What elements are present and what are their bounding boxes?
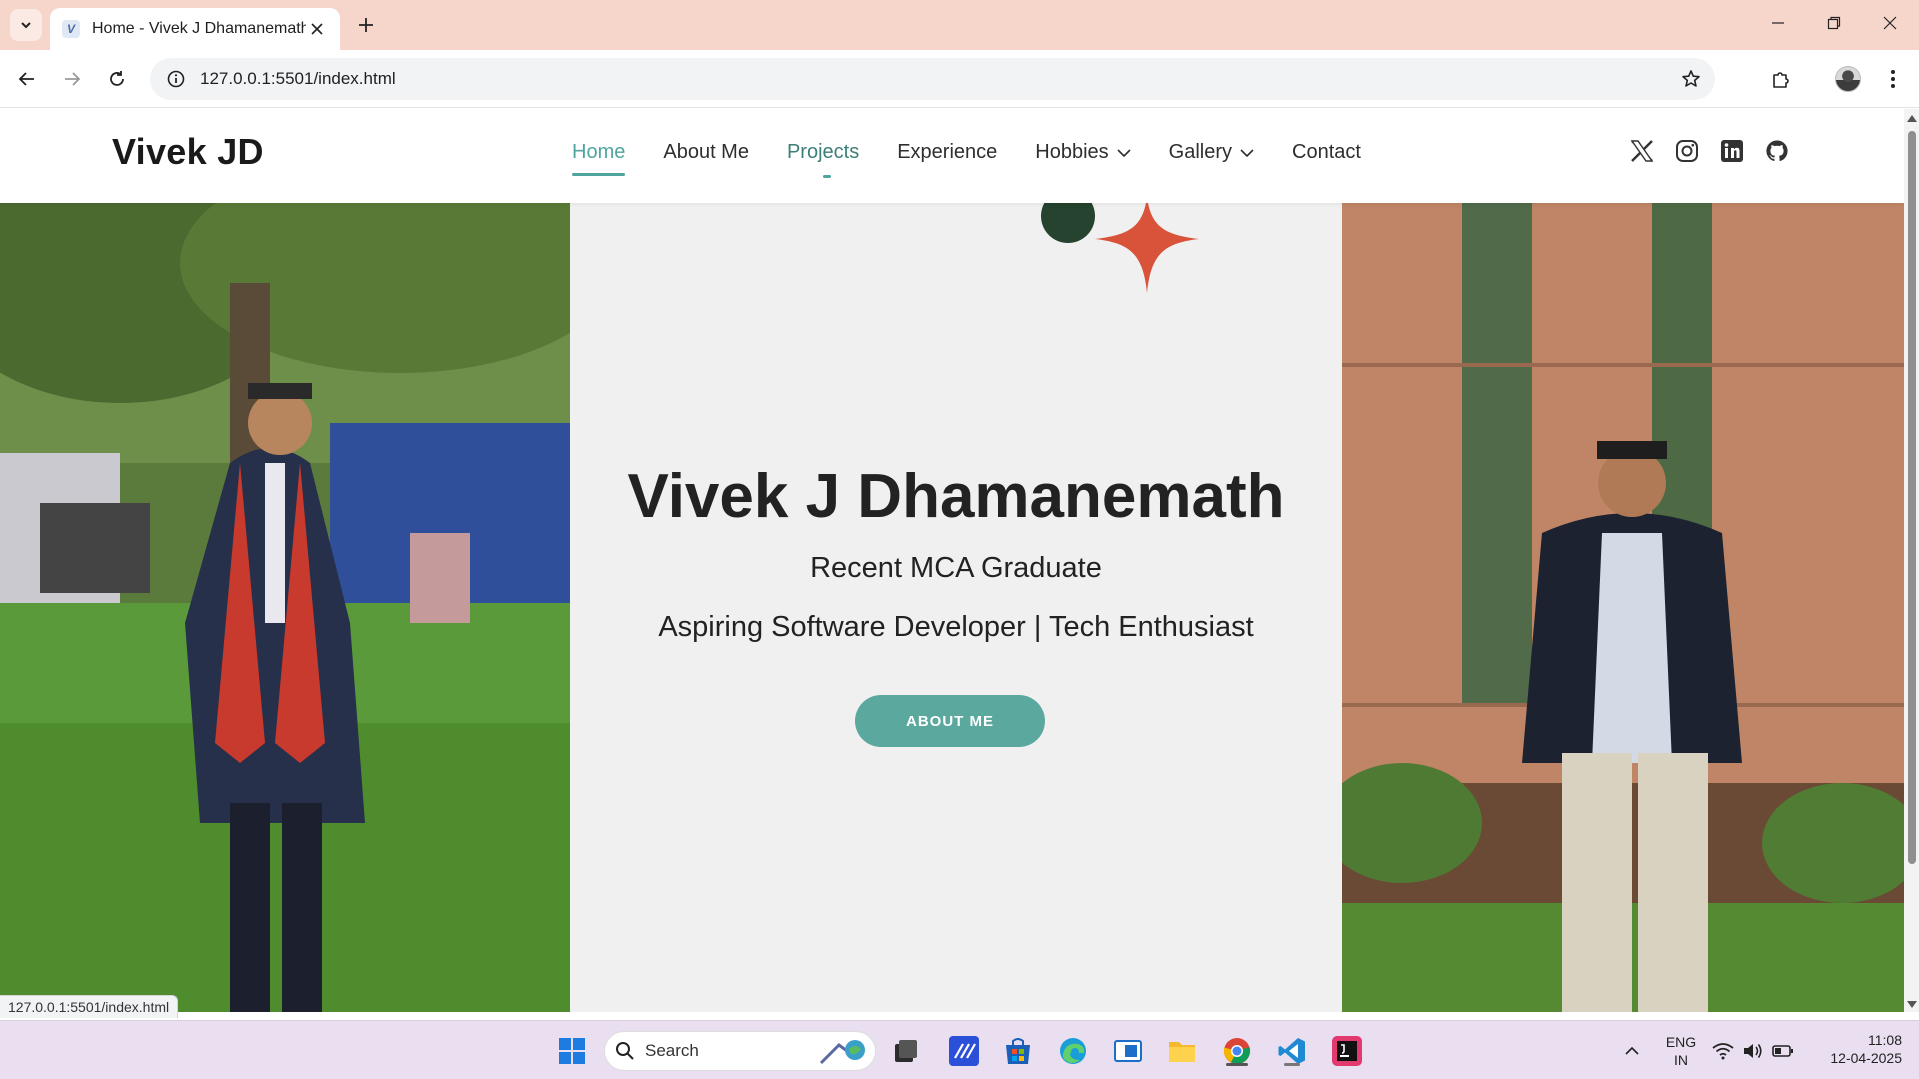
battery-icon xyxy=(1772,1045,1793,1057)
clock[interactable]: 11:08 12-04-2025 xyxy=(1812,1031,1902,1067)
portrait-photo xyxy=(1342,203,1904,1012)
close-icon xyxy=(311,23,323,35)
tray-overflow-chevron-up-icon[interactable] xyxy=(1614,1033,1650,1069)
browser-tab-strip: V Home - Vivek J Dhamanemath xyxy=(0,0,1919,50)
microsoft-store-icon[interactable] xyxy=(1000,1033,1036,1069)
more-vertical-icon xyxy=(1891,70,1895,88)
tab-search-button[interactable] xyxy=(10,9,42,41)
restore-icon xyxy=(1827,16,1841,30)
profile-button[interactable] xyxy=(1832,63,1864,95)
bookmark-star-icon[interactable] xyxy=(1675,63,1707,95)
sparkle-star-icon xyxy=(1095,197,1199,293)
app-icon-window[interactable] xyxy=(1110,1033,1146,1069)
language-indicator[interactable]: ENG IN xyxy=(1664,1033,1698,1069)
browser-tab-active[interactable]: V Home - Vivek J Dhamanemath xyxy=(50,8,340,50)
puzzle-icon xyxy=(1773,72,1789,88)
x-icon[interactable] xyxy=(1628,137,1656,165)
tab-close-button[interactable] xyxy=(306,18,328,40)
nav-hobbies-label: Hobbies xyxy=(1035,141,1109,163)
hero-section: Vivek J Dhamanemath Recent MCA Graduate … xyxy=(570,189,1342,1012)
forward-button[interactable] xyxy=(56,63,88,95)
scrollbar-thumb[interactable] xyxy=(1908,131,1916,864)
scroll-up-arrow-icon[interactable] xyxy=(1907,115,1917,122)
nav-about-me[interactable]: About Me xyxy=(663,141,749,164)
browser-menu-button[interactable] xyxy=(1877,63,1909,95)
clock-time: 11:08 xyxy=(1868,1032,1902,1048)
status-url-bubble: 127.0.0.1:5501/index.html xyxy=(0,995,179,1018)
extensions-button[interactable] xyxy=(1765,63,1797,95)
site-logo[interactable]: Vivek JD xyxy=(112,131,264,173)
hero-subtitle-degree: Recent MCA Graduate xyxy=(810,552,1102,584)
new-tab-button[interactable] xyxy=(352,11,380,39)
hero-name: Vivek J Dhamanemath xyxy=(627,462,1285,531)
reload-button[interactable] xyxy=(101,63,133,95)
site-header: Vivek JD Home About Me Projects Experien… xyxy=(0,109,1904,203)
file-explorer-icon[interactable] xyxy=(1164,1033,1200,1069)
chevron-down-icon xyxy=(1117,148,1131,158)
back-button[interactable] xyxy=(11,63,43,95)
minimize-button[interactable] xyxy=(1750,0,1806,46)
nav-projects[interactable]: Projects xyxy=(787,141,859,178)
system-tray-status[interactable] xyxy=(1708,1033,1798,1069)
language-code: ENG xyxy=(1665,1034,1697,1050)
main-nav: Home About Me Projects Experience Hobbie… xyxy=(572,141,1399,178)
app-icon-editor[interactable] xyxy=(946,1033,982,1069)
nav-hobbies[interactable]: Hobbies xyxy=(1035,141,1131,164)
hero-subtitle-role: Aspiring Software Developer | Tech Enthu… xyxy=(658,611,1254,643)
address-bar[interactable]: 127.0.0.1:5501/index.html xyxy=(150,58,1715,100)
about-me-button[interactable]: ABOUT ME xyxy=(855,695,1045,747)
chrome-icon[interactable] xyxy=(1219,1033,1255,1069)
social-links xyxy=(1628,137,1808,165)
nav-home[interactable]: Home xyxy=(572,141,626,176)
task-view-icon[interactable] xyxy=(888,1033,924,1069)
github-icon[interactable] xyxy=(1763,137,1791,165)
minimize-icon xyxy=(1772,22,1784,24)
browser-toolbar: 127.0.0.1:5501/index.html xyxy=(0,50,1919,108)
reload-icon xyxy=(110,71,124,86)
url-text[interactable]: 127.0.0.1:5501/index.html xyxy=(200,69,1675,89)
nav-contact[interactable]: Contact xyxy=(1292,141,1361,164)
site-info-icon[interactable] xyxy=(164,67,188,91)
tab-favicon-icon: V xyxy=(62,20,80,38)
windows-taskbar: Search ENG IN 11:08 12-04-2025 xyxy=(0,1020,1919,1079)
clock-date: 12-04-2025 xyxy=(1830,1050,1902,1066)
page-scrollbar[interactable] xyxy=(1904,109,1919,1012)
edge-browser-icon[interactable] xyxy=(1055,1033,1091,1069)
graduation-photo xyxy=(0,203,570,1012)
close-window-button[interactable] xyxy=(1862,0,1918,46)
arrow-left-icon xyxy=(18,72,34,86)
chevron-down-icon xyxy=(1240,148,1254,158)
running-app-indicator xyxy=(1284,1063,1300,1066)
instagram-icon[interactable] xyxy=(1673,137,1701,165)
restore-button[interactable] xyxy=(1806,0,1862,46)
nav-gallery[interactable]: Gallery xyxy=(1169,141,1254,164)
vscode-icon[interactable] xyxy=(1274,1033,1310,1069)
active-app-indicator xyxy=(1226,1063,1248,1066)
plus-icon xyxy=(359,18,373,32)
taskbar-search-box[interactable]: Search xyxy=(604,1031,876,1071)
tab-title: Home - Vivek J Dhamanemath xyxy=(92,20,306,37)
scroll-down-arrow-icon[interactable] xyxy=(1907,1001,1917,1008)
windows-start-icon[interactable] xyxy=(554,1033,590,1069)
nav-gallery-label: Gallery xyxy=(1168,141,1233,163)
close-icon xyxy=(1883,16,1897,30)
volume-icon xyxy=(1744,1044,1762,1058)
chevron-down-icon xyxy=(21,22,31,29)
taskbar-search-label: Search xyxy=(645,1041,699,1060)
arrow-right-icon xyxy=(65,72,81,86)
nav-experience[interactable]: Experience xyxy=(897,141,997,164)
region-code: IN xyxy=(1674,1052,1688,1068)
search-icon xyxy=(616,1042,634,1060)
page-viewport: Vivek J Dhamanemath Recent MCA Graduate … xyxy=(0,109,1904,1012)
search-highlight-icon xyxy=(819,1040,865,1065)
avatar xyxy=(1835,66,1861,92)
wifi-icon xyxy=(1712,1043,1734,1060)
linkedin-icon[interactable] xyxy=(1718,137,1746,165)
jetbrains-icon[interactable] xyxy=(1329,1033,1365,1069)
